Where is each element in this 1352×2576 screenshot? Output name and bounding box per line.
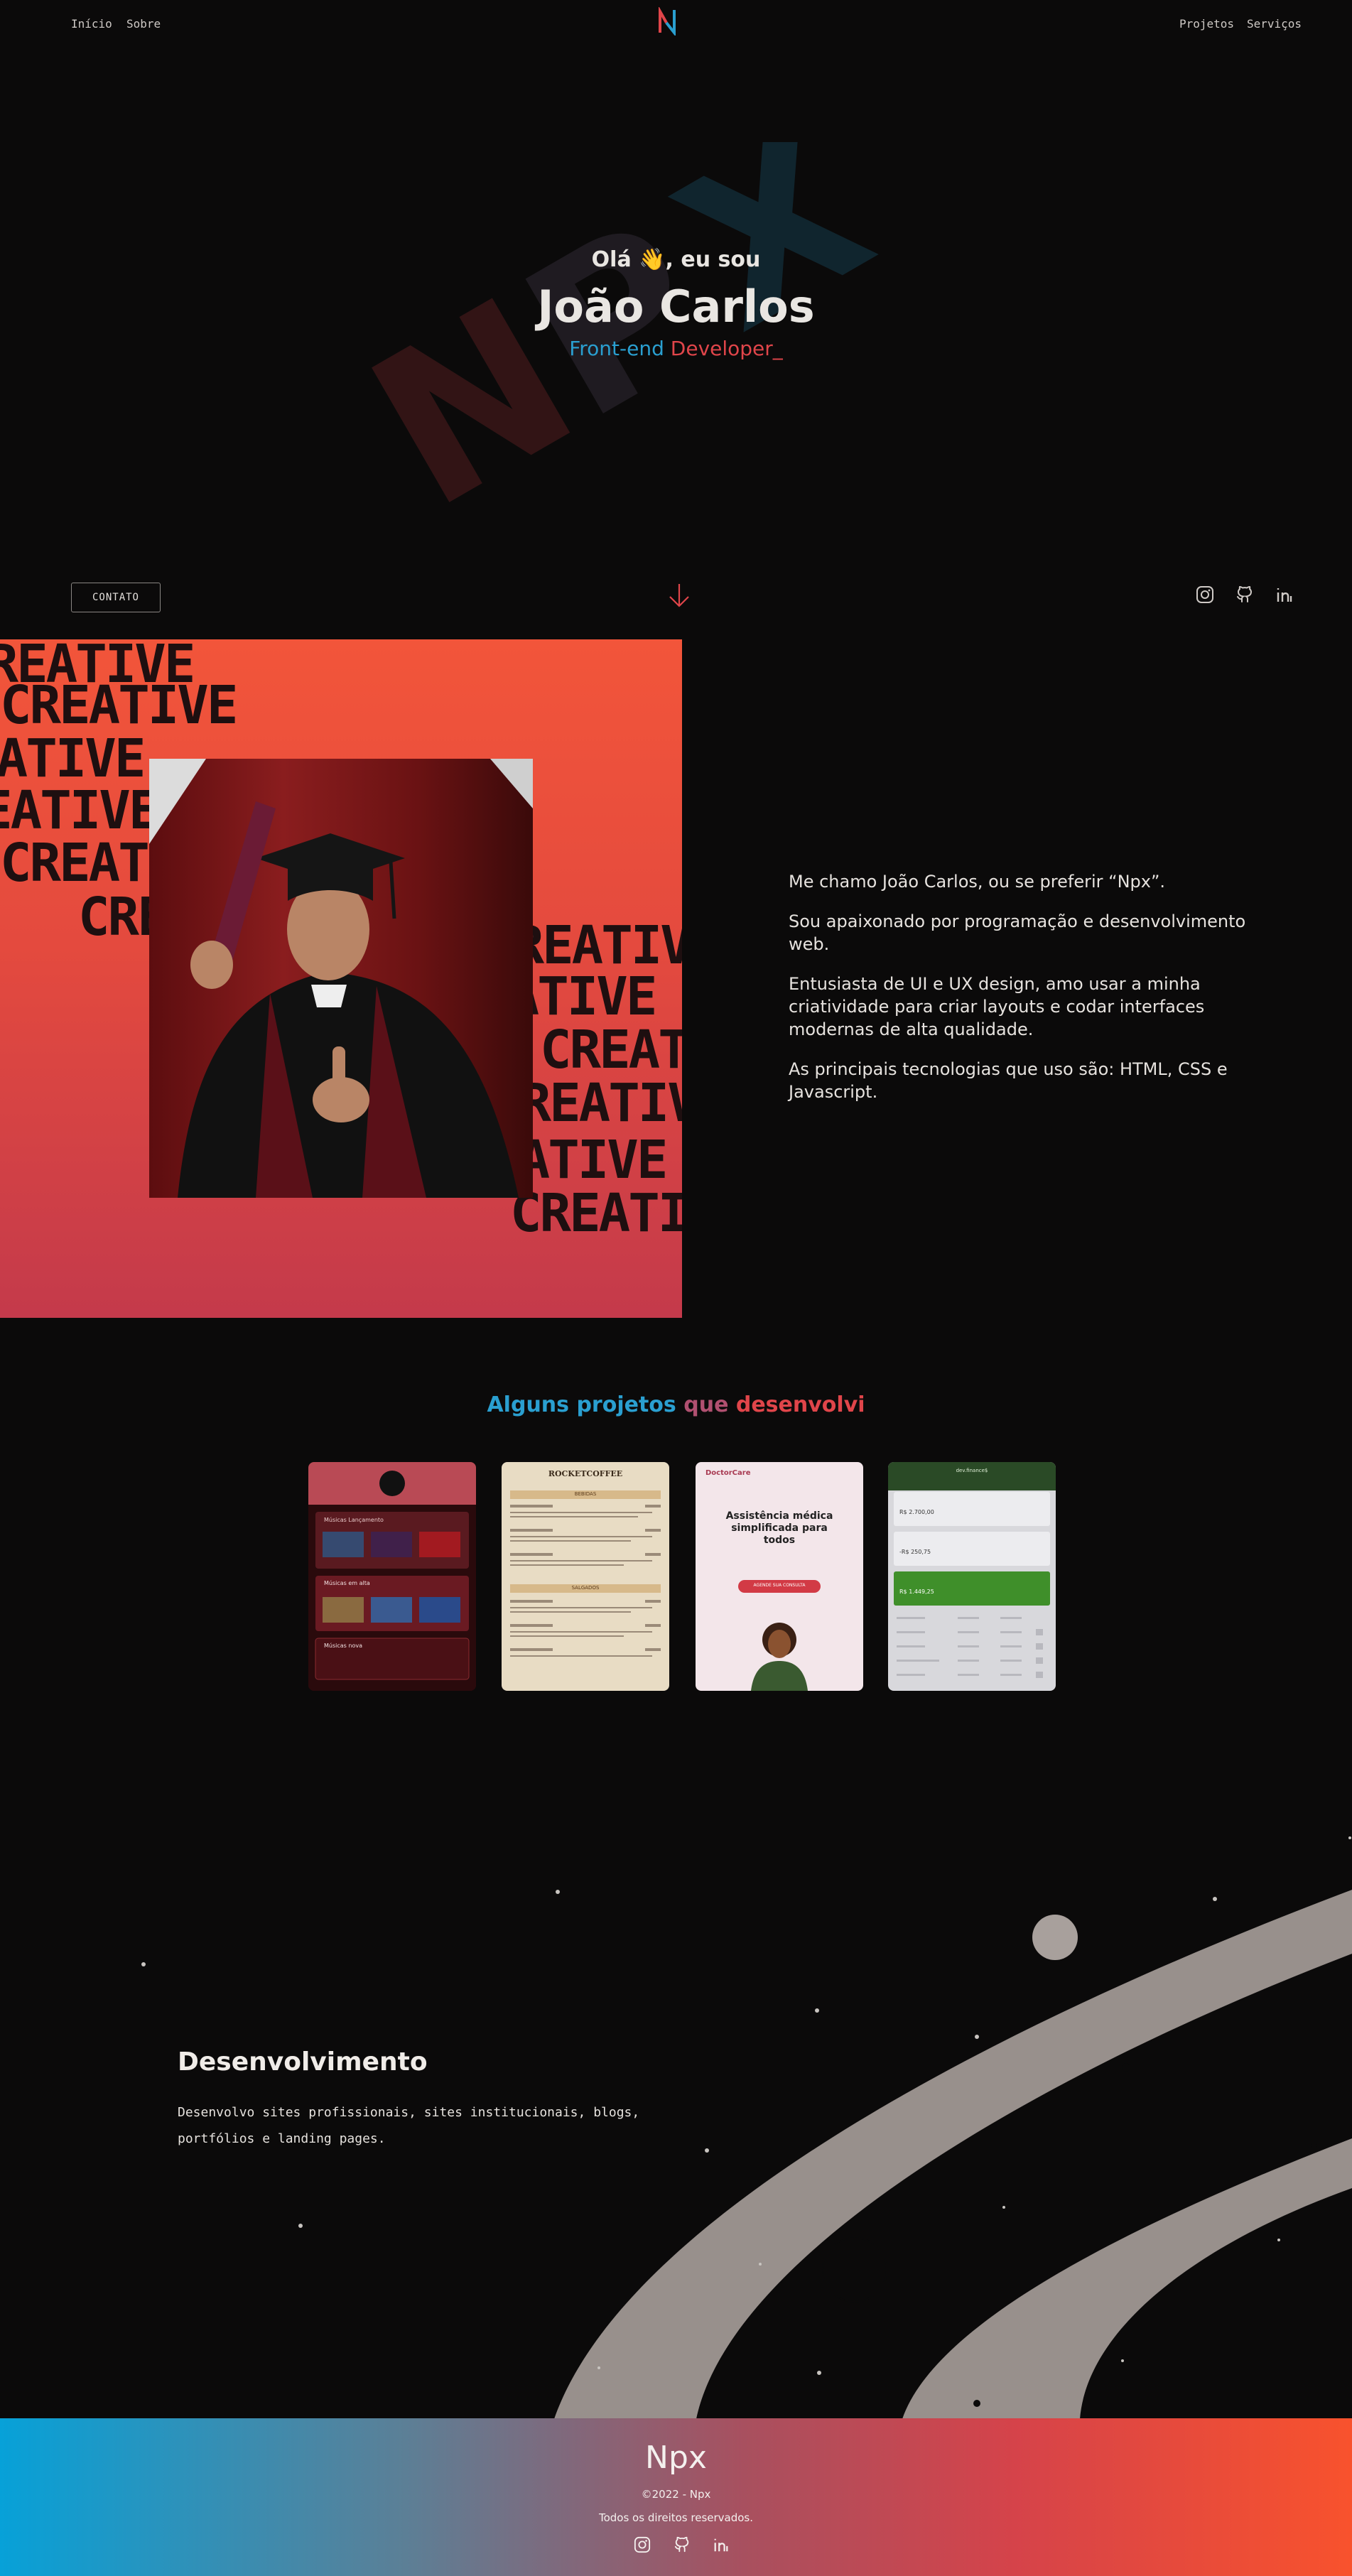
devfinance-expense: -R$ 250,75 bbox=[899, 1549, 931, 1555]
devfinance-logo: dev.finance$ bbox=[956, 1468, 988, 1473]
poster-text: CREATIVE bbox=[540, 1019, 682, 1081]
about-text: Me chamo João Carlos, ou se preferir “Np… bbox=[789, 870, 1286, 1120]
projects-title: Alguns projetos que desenvolvi bbox=[0, 1392, 1352, 1417]
music-heading-2: Músicas em alta bbox=[324, 1580, 370, 1586]
hero-name: João Carlos bbox=[537, 281, 815, 332]
nav-link-inicio[interactable]: Início bbox=[71, 17, 112, 31]
project-card-rocketcoffee[interactable]: ROCKETCOFFEE BEBIDAS SALGADOS bbox=[502, 1462, 669, 1691]
nav-link-projetos[interactable]: Projetos bbox=[1179, 17, 1234, 31]
music-heading-3: Músicas nova bbox=[324, 1643, 362, 1649]
footer: Npx ©2022 - Npx Todos os direitos reserv… bbox=[0, 2418, 1352, 2576]
poster-text: CREATIVE bbox=[510, 1183, 682, 1244]
footer-logo: Npx bbox=[645, 2440, 707, 2476]
projects-title-part1: Alguns projetos bbox=[487, 1392, 684, 1417]
top-nav: Início Sobre Projetos Serviços bbox=[0, 0, 1352, 50]
projects-title-part3: desenvolvi bbox=[735, 1392, 865, 1417]
about-paragraph: Sou apaixonado por programação e desenvo… bbox=[789, 911, 1246, 954]
footer-rights: Todos os direitos reservados. bbox=[598, 2511, 754, 2524]
contact-button[interactable]: CONTATO bbox=[71, 583, 161, 612]
arrow-down-icon[interactable] bbox=[668, 583, 691, 608]
about-paragraph: Entusiasta de UI e UX design, amo usar a… bbox=[789, 974, 1205, 1039]
about-paragraph: Me chamo João Carlos, ou se preferir “Np… bbox=[789, 872, 1166, 892]
project-card-music[interactable]: Músicas Lançamento Músicas em alta Músic… bbox=[308, 1462, 476, 1691]
profile-photo bbox=[149, 759, 533, 1198]
doctorcare-title: Assistência médica simplificada para tod… bbox=[725, 1510, 833, 1546]
project-card-doctorcare[interactable]: DoctorCare Assistência médica simplifica… bbox=[696, 1462, 863, 1691]
devfinance-total: R$ 1.449,25 bbox=[899, 1589, 934, 1595]
hero-role: Front-end Developer_ bbox=[0, 337, 1352, 360]
role-front: Front-end bbox=[569, 337, 671, 360]
n-logo-icon[interactable] bbox=[657, 7, 678, 36]
project-card-devfinance[interactable]: dev.finance$ R$ 2.700,00 -R$ 250,75 R$ 1… bbox=[888, 1462, 1056, 1691]
services-title: Desenvolvimento bbox=[178, 2047, 428, 2077]
rocketcoffee-section-drinks: BEBIDAS bbox=[574, 1491, 597, 1497]
projects-title-part2: que bbox=[683, 1392, 736, 1417]
hero-greeting: Olá 👋, eu sou bbox=[591, 247, 761, 272]
footer-copyright: ©2022 - Npx bbox=[641, 2488, 711, 2501]
role-developer: Developer_ bbox=[670, 337, 783, 360]
doctorcare-cta: AGENDE SUA CONSULTA bbox=[753, 1583, 806, 1588]
linkedin-icon[interactable] bbox=[1275, 585, 1294, 604]
linkedin-icon[interactable] bbox=[713, 2536, 730, 2553]
music-heading-1: Músicas Lançamento bbox=[324, 1517, 384, 1523]
doctorcare-logo: DoctorCare bbox=[705, 1469, 751, 1477]
poster-text: CREATIVE bbox=[0, 675, 238, 736]
about-poster: CREATIVE CREATIVE CREATIVE CREATIVE CREA… bbox=[0, 639, 682, 1318]
github-icon[interactable] bbox=[674, 2536, 691, 2553]
rocketcoffee-section-snacks: SALGADOS bbox=[571, 1585, 600, 1591]
services-description: Desenvolvo sites profissionais, sites in… bbox=[178, 2105, 640, 2146]
devfinance-income: R$ 2.700,00 bbox=[899, 1509, 934, 1515]
github-icon[interactable] bbox=[1235, 585, 1254, 604]
about-paragraph: As principais tecnologias que uso são: H… bbox=[789, 1059, 1228, 1102]
nav-link-sobre[interactable]: Sobre bbox=[126, 17, 161, 31]
instagram-icon[interactable] bbox=[1196, 585, 1214, 604]
nav-link-servicos[interactable]: Serviços bbox=[1247, 17, 1302, 31]
rocketcoffee-logo: ROCKETCOFFEE bbox=[548, 1469, 623, 1478]
instagram-icon[interactable] bbox=[634, 2536, 651, 2553]
